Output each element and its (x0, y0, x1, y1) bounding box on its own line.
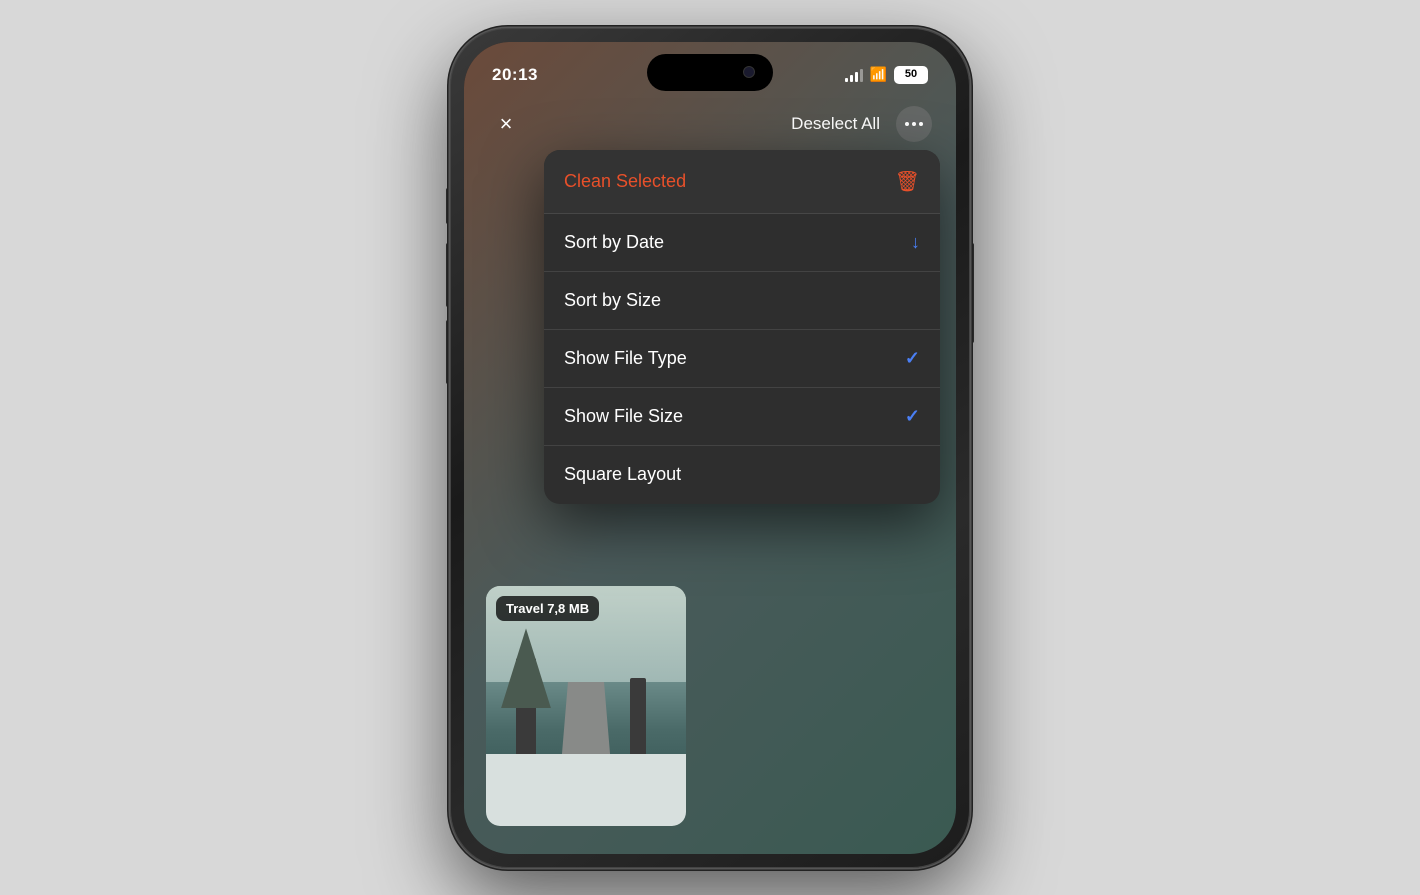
trash-icon: 🗑 (895, 169, 920, 194)
dynamic-island (647, 54, 773, 91)
tree-right (630, 678, 646, 758)
dot3 (919, 122, 923, 126)
dot2 (912, 122, 916, 126)
status-icons: 📶 50 (845, 66, 928, 84)
battery-indicator: 50 (894, 66, 928, 84)
phone-screen: 20:13 📶 50 × Deselect All (464, 42, 956, 854)
menu-item-sort-by-size[interactable]: Sort by Size (544, 272, 940, 330)
battery-level: 50 (905, 69, 917, 80)
square-layout-label: Square Layout (564, 464, 681, 485)
front-camera (743, 66, 755, 78)
show-file-size-label: Show File Size (564, 406, 683, 427)
dot1 (905, 122, 909, 126)
deselect-all-button[interactable]: Deselect All (791, 114, 880, 134)
check-icon-file-size: ✓ (905, 406, 920, 427)
menu-item-sort-by-date[interactable]: Sort by Date ↓ (544, 214, 940, 272)
travel-card[interactable]: Travel 7,8 MB (486, 586, 686, 826)
app-bar-right: Deselect All (791, 106, 932, 142)
tree-left (516, 658, 536, 758)
travel-label: Travel 7,8 MB (496, 596, 599, 621)
dropdown-menu: Clean Selected 🗑 Sort by Date ↓ Sort by … (544, 150, 940, 504)
arrow-down-icon: ↓ (911, 232, 920, 253)
sort-by-date-label: Sort by Date (564, 232, 664, 253)
app-bar: × Deselect All (464, 96, 956, 152)
show-file-type-label: Show File Type (564, 348, 687, 369)
menu-item-square-layout[interactable]: Square Layout (544, 446, 940, 504)
phone-frame: 20:13 📶 50 × Deselect All (450, 28, 970, 868)
power-button[interactable] (970, 243, 974, 343)
more-options-button[interactable] (896, 106, 932, 142)
check-icon-file-type: ✓ (905, 348, 920, 369)
travel-photo (486, 586, 686, 826)
menu-item-clean-selected[interactable]: Clean Selected 🗑 (544, 150, 940, 214)
ground (486, 754, 686, 826)
wifi-icon: 📶 (870, 66, 887, 83)
clean-selected-label: Clean Selected (564, 171, 686, 192)
status-time: 20:13 (492, 65, 538, 85)
menu-item-show-file-size[interactable]: Show File Size ✓ (544, 388, 940, 446)
close-button[interactable]: × (488, 106, 524, 142)
sort-by-size-label: Sort by Size (564, 290, 661, 311)
signal-icon (845, 68, 863, 82)
menu-item-show-file-type[interactable]: Show File Type ✓ (544, 330, 940, 388)
